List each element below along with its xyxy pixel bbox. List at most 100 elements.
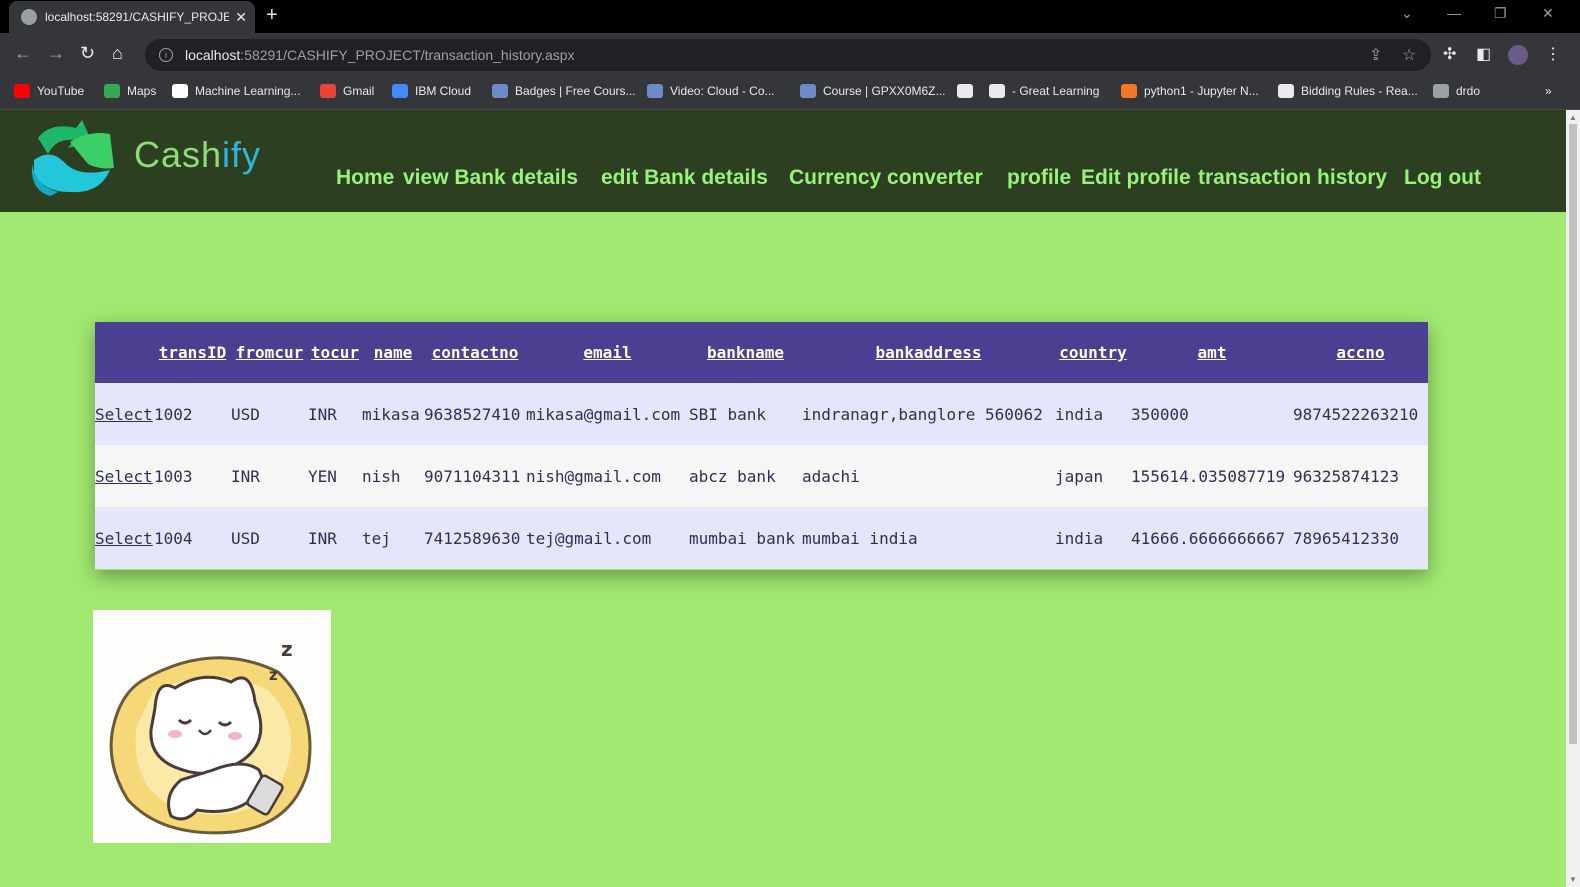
nav-view-bank-details[interactable]: view Bank details <box>403 166 578 190</box>
menu-kebab-icon[interactable]: ⋮ <box>1545 44 1561 64</box>
nav-currency-converter[interactable]: Currency converter <box>789 166 983 190</box>
table-cell: 7412589630 <box>424 507 526 569</box>
table-cell: INR <box>308 383 362 445</box>
bookmark-item[interactable]: - Great Learning <box>989 84 1099 98</box>
table-cell: 41666.6666666667 <box>1131 507 1293 569</box>
column-header[interactable]: transID <box>154 322 231 383</box>
browser-tab[interactable]: localhost:58291/CASHIFY_PROJEC ✕ <box>9 1 255 33</box>
close-tab-icon[interactable]: ✕ <box>235 9 247 26</box>
more-bookmarks-icon[interactable]: » <box>1545 84 1552 98</box>
bookmark-item[interactable]: Badges | Free Cours... <box>492 84 636 98</box>
home-icon[interactable]: ⌂ <box>112 43 123 64</box>
profile-avatar[interactable] <box>1508 45 1528 65</box>
bookmark-item[interactable]: YouTube <box>14 84 84 98</box>
bookmark-favicon-icon <box>957 84 973 98</box>
bookmark-label: python1 - Jupyter N... <box>1144 84 1259 98</box>
select-link[interactable]: Select <box>95 467 153 486</box>
nav-profile[interactable]: profile <box>1007 166 1071 190</box>
table-row: Select 1004 USD INR tej 7412589630 tej@gmail.c… <box>95 507 1428 569</box>
svg-text:z: z <box>281 637 293 661</box>
transaction-grid: transID fromcur tocur name contactno email ban… <box>95 322 1428 570</box>
share-icon[interactable]: ⇪ <box>1369 45 1382 65</box>
column-header[interactable]: tocur <box>308 322 362 383</box>
extensions-icon[interactable]: ✣ <box>1443 44 1456 64</box>
table-cell: 1002 <box>154 383 231 445</box>
bookmark-item[interactable]: IBM Cloud <box>392 84 471 98</box>
bookmark-label: Machine Learning... <box>195 84 301 98</box>
bookmark-item[interactable]: drdo <box>1433 84 1480 98</box>
svg-text:z: z <box>269 666 278 684</box>
bookmark-item[interactable]: Machine Learning... <box>172 84 300 98</box>
nav-transaction-history[interactable]: transaction history <box>1198 166 1387 190</box>
tab-search-icon[interactable]: ⌄ <box>1401 5 1413 22</box>
bookmark-item[interactable]: Bidding Rules - Rea... <box>1278 84 1418 98</box>
table-cell: SBI bank <box>689 383 802 445</box>
bookmark-label: Course | GPXX0M6Z... <box>823 84 946 98</box>
scroll-up-icon[interactable]: ▲ <box>1569 113 1577 122</box>
brand-part-a: Cash <box>134 134 223 175</box>
bookmark-label: Gmail <box>343 84 375 98</box>
bookmarks-bar: YouTube Maps Machine Learning... Gmail IBM C… <box>0 77 1580 110</box>
bookmark-label: Badges | Free Cours... <box>515 84 636 98</box>
table-cell: mumbai bank <box>689 507 802 569</box>
bookmark-favicon-icon <box>989 84 1005 98</box>
column-header[interactable]: contactno <box>424 322 526 383</box>
table-cell: 1003 <box>154 445 231 507</box>
restore-icon[interactable]: ❐ <box>1494 5 1507 22</box>
nav-log-out[interactable]: Log out <box>1404 166 1481 190</box>
back-icon[interactable]: ← <box>14 43 32 64</box>
reload-icon[interactable]: ↻ <box>80 43 95 64</box>
table-cell: mikasa@gmail.com <box>526 383 689 445</box>
table-cell: 9071104311 <box>424 445 526 507</box>
url-host: localhost <box>185 47 241 63</box>
column-header[interactable]: email <box>526 322 689 383</box>
bookmark-label: Maps <box>127 84 157 98</box>
select-link[interactable]: Select <box>95 529 153 548</box>
bookmark-item[interactable] <box>957 84 980 98</box>
column-header[interactable]: fromcur <box>231 322 308 383</box>
site-info-icon[interactable]: i <box>159 48 173 62</box>
select-link[interactable]: Select <box>95 405 153 424</box>
table-row: Select 1003 INR YEN nish 9071104311 nish@gmail… <box>95 445 1428 507</box>
brand-name: Cashify <box>134 134 261 176</box>
bookmark-item[interactable]: Video: Cloud - Co... <box>647 84 775 98</box>
scrollbar-thumb[interactable] <box>1569 124 1577 744</box>
scroll-down-icon[interactable]: ▼ <box>1569 875 1577 884</box>
table-cell: japan <box>1055 445 1131 507</box>
browser-toolbar: ← → ↻ ⌂ i localhost:58291/CASHIFY_PROJEC… <box>0 33 1580 77</box>
column-header[interactable]: accno <box>1293 322 1428 383</box>
bookmark-item[interactable]: Course | GPXX0M6Z... <box>800 84 946 98</box>
forward-icon[interactable]: → <box>47 43 65 64</box>
address-bar[interactable]: i localhost:58291/CASHIFY_PROJECT/transa… <box>145 39 1431 71</box>
minimize-icon[interactable]: — <box>1447 5 1461 21</box>
column-header[interactable]: country <box>1055 322 1131 383</box>
new-tab-button[interactable]: + <box>266 4 278 27</box>
table-cell: 9874522263210 <box>1293 383 1428 445</box>
close-window-icon[interactable]: ✕ <box>1542 5 1554 22</box>
bookmark-star-icon[interactable]: ☆ <box>1402 45 1416 65</box>
bookmark-favicon-icon <box>1433 84 1449 98</box>
table-header-row: transID fromcur tocur name contactno email ban… <box>95 322 1428 383</box>
nav-edit-bank-details[interactable]: edit Bank details <box>601 166 768 190</box>
bookmark-item[interactable]: Maps <box>104 84 156 98</box>
column-header[interactable]: bankaddress <box>802 322 1055 383</box>
table-cell: 155614.035087719 <box>1131 445 1293 507</box>
bookmark-label: IBM Cloud <box>415 84 472 98</box>
table-cell: mumbai india <box>802 507 1055 569</box>
table-cell: tej@gmail.com <box>526 507 689 569</box>
column-header <box>95 322 154 383</box>
table-cell: 78965412330 <box>1293 507 1428 569</box>
bookmark-item[interactable]: Gmail <box>320 84 374 98</box>
column-header[interactable]: amt <box>1131 322 1293 383</box>
side-panel-icon[interactable]: ◧ <box>1476 44 1491 64</box>
column-header[interactable]: bankname <box>689 322 802 383</box>
nav-home[interactable]: Home <box>336 166 394 190</box>
bookmark-favicon-icon <box>800 84 816 98</box>
column-header[interactable]: name <box>362 322 424 383</box>
cashify-logo <box>31 120 114 196</box>
nav-edit-profile[interactable]: Edit profile <box>1081 166 1191 190</box>
bookmark-favicon-icon <box>320 84 336 98</box>
page-scrollbar[interactable]: ▲ ▼ <box>1566 110 1580 887</box>
globe-icon <box>21 9 37 25</box>
bookmark-item[interactable]: python1 - Jupyter N... <box>1121 84 1259 98</box>
